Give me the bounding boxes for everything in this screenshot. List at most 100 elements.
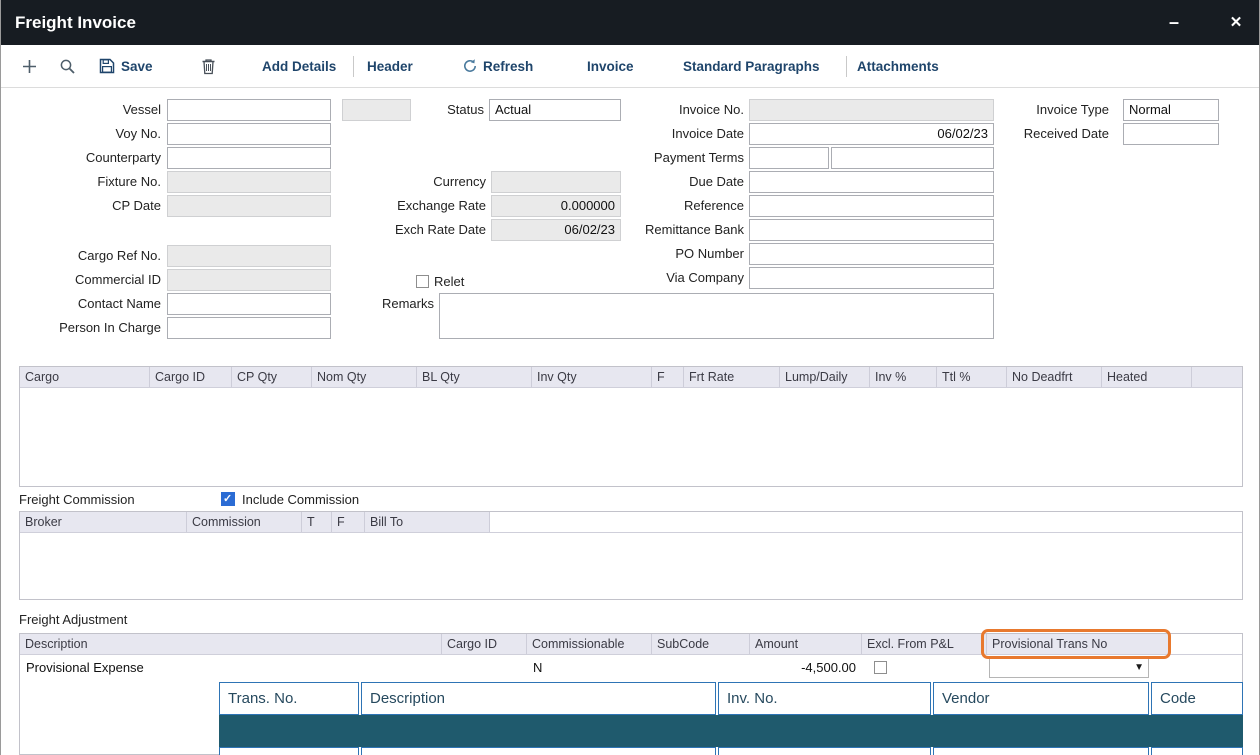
column-header-excl-from-pl[interactable]: Excl. From P&L <box>862 634 987 654</box>
cargo-grid: Cargo Cargo ID CP Qty Nom Qty BL Qty Inv… <box>19 366 1243 487</box>
column-header-cp-qty[interactable]: CP Qty <box>232 367 312 387</box>
provisional-trans-no-combobox[interactable]: ▼ <box>989 658 1149 678</box>
po-number-label: PO Number <box>594 243 744 265</box>
popup-next-row[interactable] <box>219 747 1243 755</box>
column-header-ttl-pct[interactable]: Ttl % <box>937 367 1007 387</box>
adjustment-description-cell[interactable]: Provisional Expense <box>20 655 442 681</box>
add-icon[interactable] <box>21 58 38 80</box>
popup-column-inv-no[interactable]: Inv. No. <box>718 682 931 715</box>
popup-cell[interactable] <box>361 747 716 755</box>
freight-adjustment-grid-header: Description Cargo ID Commissionable SubC… <box>20 634 1242 655</box>
refresh-button[interactable]: Refresh <box>483 45 533 88</box>
exch-rate-date-label: Exch Rate Date <box>336 219 486 241</box>
column-header-commissionable[interactable]: Commissionable <box>527 634 652 654</box>
save-icon[interactable] <box>99 58 115 79</box>
received-date-label: Received Date <box>959 123 1109 145</box>
payment-terms-code-field[interactable] <box>749 147 829 169</box>
column-header-broker[interactable]: Broker <box>20 512 187 532</box>
relet-checkbox[interactable] <box>416 275 429 288</box>
column-header-description[interactable]: Description <box>20 634 442 654</box>
column-header-cargo-id[interactable]: Cargo ID <box>150 367 232 387</box>
toolbar-divider <box>846 56 847 77</box>
include-commission-checkbox[interactable] <box>221 492 235 506</box>
adjustment-row[interactable]: Provisional Expense N -4,500.00 ▼ <box>20 655 1242 681</box>
broker-grid-header: Broker Commission T F Bill To <box>20 512 1242 533</box>
standard-paragraphs-button[interactable]: Standard Paragraphs <box>683 45 820 88</box>
column-header-frt-rate[interactable]: Frt Rate <box>684 367 780 387</box>
remarks-field[interactable] <box>439 293 994 339</box>
popup-cell[interactable] <box>219 747 359 755</box>
column-header-nom-qty[interactable]: Nom Qty <box>312 367 417 387</box>
due-date-field[interactable] <box>749 171 994 193</box>
popup-column-trans-no[interactable]: Trans. No. <box>219 682 359 715</box>
add-details-button[interactable]: Add Details <box>262 45 336 88</box>
column-header-cargo-id[interactable]: Cargo ID <box>442 634 527 654</box>
cargo-grid-body[interactable] <box>20 388 1242 487</box>
adjustment-amount-cell[interactable]: -4,500.00 <box>750 655 862 681</box>
popup-column-description[interactable]: Description <box>361 682 716 715</box>
reference-field[interactable] <box>749 195 994 217</box>
invoice-type-label: Invoice Type <box>959 99 1109 121</box>
invoice-type-field[interactable]: Normal <box>1123 99 1219 121</box>
commercial-id-field <box>167 269 331 291</box>
popup-cell[interactable] <box>718 747 931 755</box>
person-in-charge-field[interactable] <box>167 317 331 339</box>
voy-no-field[interactable] <box>167 123 331 145</box>
refresh-icon[interactable] <box>462 58 478 79</box>
header-button[interactable]: Header <box>367 45 413 88</box>
search-icon[interactable] <box>59 58 76 80</box>
broker-grid-body[interactable] <box>20 533 1242 600</box>
save-button[interactable]: Save <box>121 45 153 88</box>
column-header-filler <box>1170 634 1242 654</box>
invoice-button[interactable]: Invoice <box>587 45 634 88</box>
delete-icon[interactable] <box>201 58 216 80</box>
column-header-subcode[interactable]: SubCode <box>652 634 750 654</box>
column-header-f[interactable]: F <box>332 512 365 532</box>
invoice-date-field[interactable]: 06/02/23 <box>749 123 994 145</box>
reference-label: Reference <box>594 195 744 217</box>
popup-column-vendor[interactable]: Vendor <box>933 682 1149 715</box>
toolbar: Save Add Details Header Refresh Invoice … <box>1 45 1259 88</box>
broker-grid: Broker Commission T F Bill To <box>19 511 1243 600</box>
via-company-field[interactable] <box>749 267 994 289</box>
cargo-grid-header: Cargo Cargo ID CP Qty Nom Qty BL Qty Inv… <box>20 367 1242 388</box>
invoice-date-label: Invoice Date <box>594 123 744 145</box>
counterparty-field[interactable] <box>167 147 331 169</box>
popup-selected-row[interactable] <box>219 715 1243 747</box>
popup-cell[interactable] <box>1151 747 1243 755</box>
cargo-ref-no-label: Cargo Ref No. <box>11 245 161 267</box>
received-date-field[interactable] <box>1123 123 1219 145</box>
column-header-no-deadfrt[interactable]: No Deadfrt <box>1007 367 1102 387</box>
cargo-ref-no-field <box>167 245 331 267</box>
excl-from-pl-checkbox[interactable] <box>874 661 887 674</box>
popup-column-code[interactable]: Code <box>1151 682 1243 715</box>
column-header-bl-qty[interactable]: BL Qty <box>417 367 532 387</box>
column-header-f[interactable]: F <box>652 367 684 387</box>
column-header-cargo[interactable]: Cargo <box>20 367 150 387</box>
column-header-heated[interactable]: Heated <box>1102 367 1192 387</box>
po-number-field[interactable] <box>749 243 994 265</box>
close-button[interactable]: ✕ <box>1221 0 1251 45</box>
column-header-commission[interactable]: Commission <box>187 512 302 532</box>
column-header-bill-to[interactable]: Bill To <box>365 512 490 532</box>
vessel-field[interactable] <box>167 99 331 121</box>
remittance-bank-field[interactable] <box>749 219 994 241</box>
payment-terms-field[interactable] <box>831 147 994 169</box>
cp-date-label: CP Date <box>11 195 161 217</box>
relet-label: Relet <box>434 271 494 293</box>
popup-cell[interactable] <box>933 747 1149 755</box>
column-header-provisional-trans-no[interactable]: Provisional Trans No <box>987 634 1170 654</box>
dropdown-arrow-icon[interactable]: ▼ <box>1134 662 1144 674</box>
adjustment-cargo-id-cell[interactable] <box>442 655 527 681</box>
column-header-inv-qty[interactable]: Inv Qty <box>532 367 652 387</box>
column-header-amount[interactable]: Amount <box>750 634 862 654</box>
column-header-lump-daily[interactable]: Lump/Daily <box>780 367 870 387</box>
contact-name-field[interactable] <box>167 293 331 315</box>
vessel-label: Vessel <box>11 99 161 121</box>
minimize-button[interactable]: – <box>1159 0 1189 45</box>
adjustment-subcode-cell[interactable] <box>652 655 750 681</box>
column-header-inv-pct[interactable]: Inv % <box>870 367 937 387</box>
column-header-t[interactable]: T <box>302 512 332 532</box>
adjustment-commissionable-cell[interactable]: N <box>527 655 652 681</box>
attachments-button[interactable]: Attachments <box>857 45 939 88</box>
